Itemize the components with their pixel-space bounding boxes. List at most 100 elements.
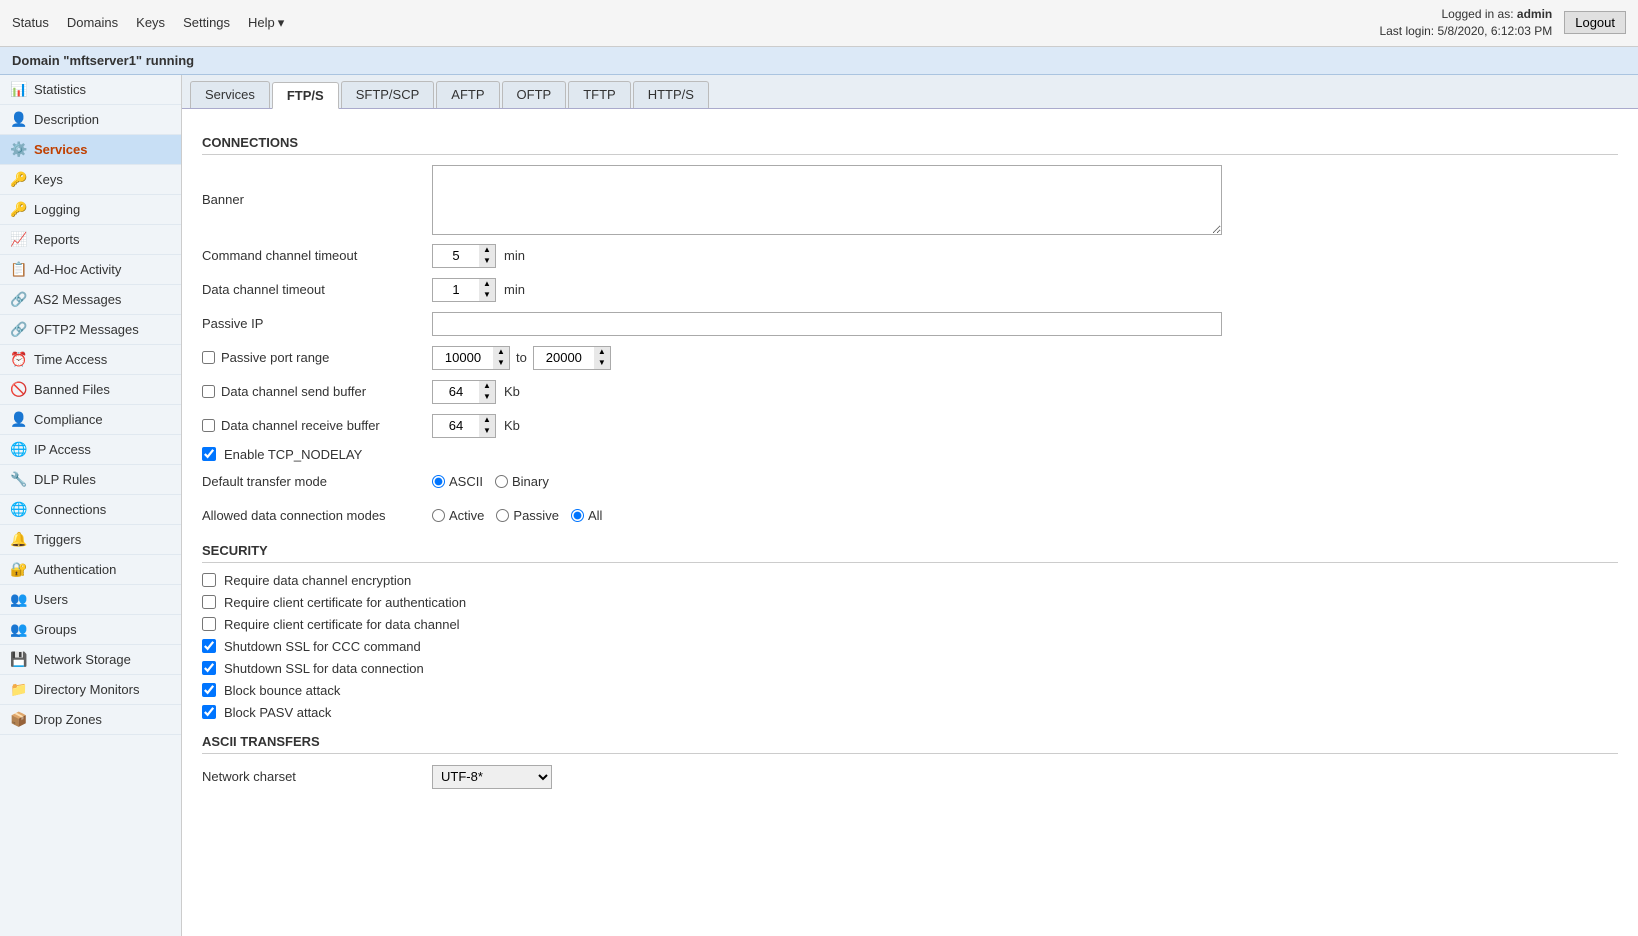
sidebar-item-authentication[interactable]: 🔐 Authentication (0, 555, 181, 585)
nav-help[interactable]: Help ▾ (248, 15, 284, 31)
transfer-ascii-option[interactable]: ASCII (432, 474, 483, 489)
nav-keys[interactable]: Keys (136, 15, 165, 30)
send-buffer-input[interactable] (433, 381, 479, 403)
ascii-transfers-header: ASCII TRANSFERS (202, 734, 1618, 754)
block-pasv-row: Block PASV attack (202, 705, 1618, 720)
command-timeout-input[interactable] (433, 245, 479, 267)
tab-sftp[interactable]: SFTP/SCP (341, 81, 435, 108)
spinner-down[interactable]: ▼ (479, 290, 495, 301)
sidebar-item-triggers[interactable]: 🔔 Triggers (0, 525, 181, 555)
spinner-up[interactable]: ▲ (594, 347, 610, 358)
spinner-down[interactable]: ▼ (493, 358, 509, 369)
sidebar-item-dlprules[interactable]: 🔧 DLP Rules (0, 465, 181, 495)
spinner-up[interactable]: ▲ (493, 347, 509, 358)
connections-header: CONNECTIONS (202, 135, 1618, 155)
connections-icon: 🌐 (10, 501, 28, 518)
network-charset-control: UTF-8* UTF-8 ISO-8859-1 US-ASCII (432, 765, 552, 789)
sidebar-item-description[interactable]: 👤 Description (0, 105, 181, 135)
sidebar-item-services[interactable]: ⚙️ Services (0, 135, 181, 165)
tab-services[interactable]: Services (190, 81, 270, 108)
sidebar-item-dirmonitors[interactable]: 📁 Directory Monitors (0, 675, 181, 705)
mode-active-radio[interactable] (432, 509, 445, 522)
spinner-up[interactable]: ▲ (479, 381, 495, 392)
nav-domains[interactable]: Domains (67, 15, 118, 30)
nav-settings[interactable]: Settings (183, 15, 230, 30)
banner-row: Banner (202, 165, 1618, 235)
spinner-down[interactable]: ▼ (479, 392, 495, 403)
sidebar-item-reports[interactable]: 📈 Reports (0, 225, 181, 255)
send-buffer-control: ▲ ▼ Kb (432, 380, 520, 404)
receive-buffer-checkbox[interactable] (202, 419, 215, 432)
logout-button[interactable]: Logout (1564, 11, 1626, 34)
spinner-down[interactable]: ▼ (479, 426, 495, 437)
mode-all-option[interactable]: All (571, 508, 602, 523)
sidebar-item-statistics[interactable]: 📊 Statistics (0, 75, 181, 105)
port-range-to-label: to (516, 350, 527, 365)
passive-ip-input[interactable] (432, 312, 1222, 336)
nav-status[interactable]: Status (12, 15, 49, 30)
shutdown-ssl-data-checkbox[interactable] (202, 661, 216, 675)
command-timeout-row: Command channel timeout ▲ ▼ min (202, 243, 1618, 269)
send-buffer-checkbox[interactable] (202, 385, 215, 398)
content-area: Services FTP/S SFTP/SCP AFTP OFTP TFTP H… (182, 75, 1638, 936)
tab-oftp[interactable]: OFTP (502, 81, 567, 108)
sidebar-item-networkstorage[interactable]: 💾 Network Storage (0, 645, 181, 675)
mode-passive-radio[interactable] (496, 509, 509, 522)
shutdown-ssl-ccc-label: Shutdown SSL for CCC command (224, 639, 421, 654)
shutdown-ssl-ccc-checkbox[interactable] (202, 639, 216, 653)
port-to-input[interactable] (534, 347, 594, 369)
passive-ip-control (432, 312, 1222, 336)
port-from-input[interactable] (433, 347, 493, 369)
sidebar: 📊 Statistics 👤 Description ⚙️ Services 🔑… (0, 75, 182, 936)
req-enc-checkbox[interactable] (202, 573, 216, 587)
sidebar-item-timeaccess[interactable]: ⏰ Time Access (0, 345, 181, 375)
passive-port-range-label: Passive port range (202, 350, 432, 365)
transfer-ascii-radio[interactable] (432, 475, 445, 488)
sidebar-item-bannedfiles[interactable]: 🚫 Banned Files (0, 375, 181, 405)
tab-ftps[interactable]: FTP/S (272, 82, 339, 109)
sidebar-item-compliance[interactable]: 👤 Compliance (0, 405, 181, 435)
spinner-up[interactable]: ▲ (479, 245, 495, 256)
receive-buffer-input[interactable] (433, 415, 479, 437)
tab-tftp[interactable]: TFTP (568, 81, 631, 108)
sidebar-item-logging[interactable]: 🔑 Logging (0, 195, 181, 225)
sidebar-item-groups[interactable]: 👥 Groups (0, 615, 181, 645)
mode-passive-option[interactable]: Passive (496, 508, 559, 523)
tab-aftp[interactable]: AFTP (436, 81, 499, 108)
block-pasv-checkbox[interactable] (202, 705, 216, 719)
sidebar-item-label: Users (34, 592, 68, 607)
user-info-area: Logged in as: admin Last login: 5/8/2020… (1379, 6, 1626, 40)
req-enc-row: Require data channel encryption (202, 573, 1618, 588)
block-bounce-checkbox[interactable] (202, 683, 216, 697)
data-timeout-spinner: ▲ ▼ (432, 278, 496, 302)
receive-buffer-unit: Kb (504, 418, 520, 433)
sidebar-item-users[interactable]: 👥 Users (0, 585, 181, 615)
sidebar-item-as2[interactable]: 🔗 AS2 Messages (0, 285, 181, 315)
spinner-up[interactable]: ▲ (479, 279, 495, 290)
data-timeout-unit: min (504, 282, 525, 297)
tab-https[interactable]: HTTP/S (633, 81, 709, 108)
sidebar-item-dropzones[interactable]: 📦 Drop Zones (0, 705, 181, 735)
data-timeout-input[interactable] (433, 279, 479, 301)
sidebar-item-label: Description (34, 112, 99, 127)
transfer-binary-option[interactable]: Binary (495, 474, 549, 489)
shutdown-ssl-data-label: Shutdown SSL for data connection (224, 661, 424, 676)
sidebar-item-keys[interactable]: 🔑 Keys (0, 165, 181, 195)
passive-port-range-checkbox[interactable] (202, 351, 215, 364)
mode-active-option[interactable]: Active (432, 508, 484, 523)
mode-all-radio[interactable] (571, 509, 584, 522)
sidebar-item-ipaccess[interactable]: 🌐 IP Access (0, 435, 181, 465)
sidebar-item-connections[interactable]: 🌐 Connections (0, 495, 181, 525)
banner-input[interactable] (432, 165, 1222, 235)
ipaccess-icon: 🌐 (10, 441, 28, 458)
tcp-nodelay-checkbox[interactable] (202, 447, 216, 461)
spinner-down[interactable]: ▼ (479, 256, 495, 267)
sidebar-item-oftp2[interactable]: 🔗 OFTP2 Messages (0, 315, 181, 345)
spinner-up[interactable]: ▲ (479, 415, 495, 426)
network-charset-select[interactable]: UTF-8* UTF-8 ISO-8859-1 US-ASCII (432, 765, 552, 789)
sidebar-item-adhoc[interactable]: 📋 Ad-Hoc Activity (0, 255, 181, 285)
req-cert-auth-checkbox[interactable] (202, 595, 216, 609)
spinner-down[interactable]: ▼ (594, 358, 610, 369)
req-cert-data-checkbox[interactable] (202, 617, 216, 631)
transfer-binary-radio[interactable] (495, 475, 508, 488)
